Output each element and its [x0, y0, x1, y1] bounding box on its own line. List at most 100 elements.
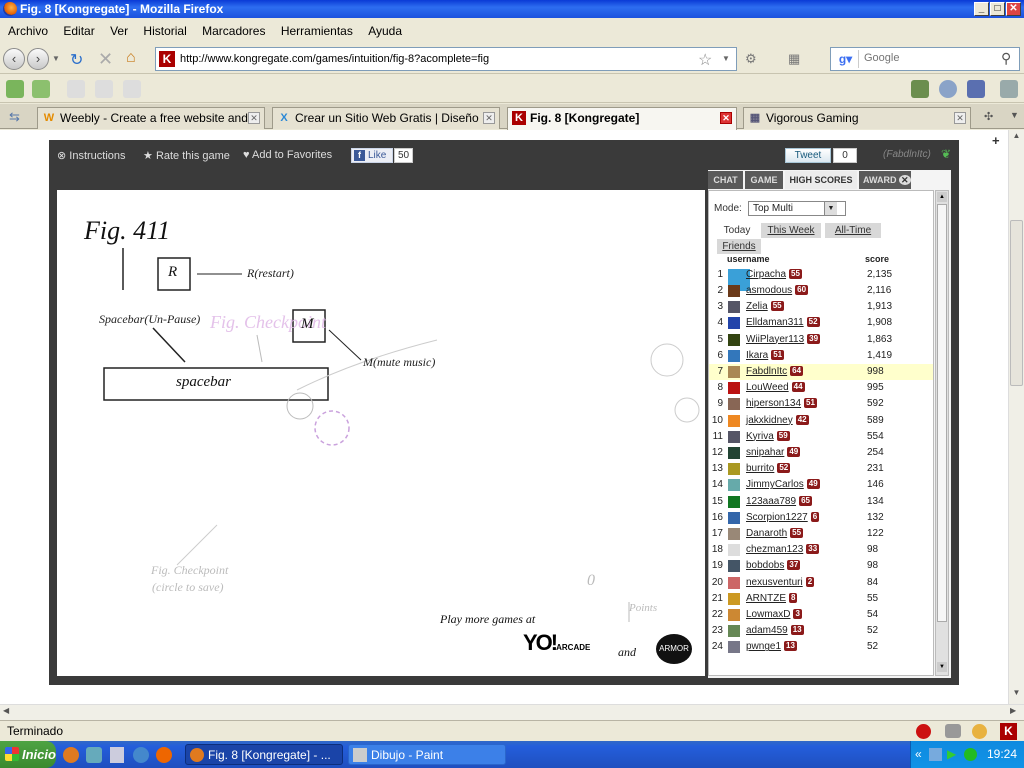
- tab-high-scores[interactable]: HIGH SCORES: [785, 171, 857, 189]
- award-close-icon[interactable]: ✕: [899, 175, 911, 185]
- menu-ayuda[interactable]: Ayuda: [368, 24, 402, 38]
- username-link[interactable]: Kyriva 59: [746, 429, 790, 445]
- home-icon[interactable]: ⌂: [126, 49, 136, 67]
- avatar[interactable]: [728, 528, 740, 540]
- avatar[interactable]: [728, 447, 740, 459]
- page-scroll-up-icon[interactable]: ▲: [1010, 131, 1023, 145]
- ie-quicklaunch-icon[interactable]: [133, 747, 149, 763]
- back-icon[interactable]: ‹: [3, 48, 25, 70]
- page-scroll-left-icon[interactable]: ◀: [3, 706, 9, 715]
- username-link[interactable]: jakxkidney 42: [746, 413, 809, 429]
- avatar[interactable]: [728, 479, 740, 492]
- username-link[interactable]: adam459 13: [746, 623, 804, 639]
- tab-close-icon[interactable]: ✕: [720, 112, 732, 124]
- username-label[interactable]: (FabdlnItc): [883, 149, 931, 160]
- avatar[interactable]: [728, 366, 740, 378]
- avatar[interactable]: [728, 398, 740, 411]
- url-dropdown-icon[interactable]: ▼: [722, 54, 730, 63]
- kongregate-status-icon[interactable]: K: [1000, 723, 1017, 740]
- rate-game-link[interactable]: ★ Rate this game: [143, 149, 230, 162]
- avatar[interactable]: [728, 301, 740, 314]
- start-button[interactable]: Inicio: [0, 741, 56, 768]
- avatar[interactable]: [728, 625, 740, 638]
- smiley-icon[interactable]: [972, 724, 987, 739]
- tab-close-icon[interactable]: ✕: [248, 112, 260, 124]
- username-link[interactable]: nexusventuri 2: [746, 575, 815, 591]
- bookmark-star-icon[interactable]: ☆: [698, 50, 712, 70]
- username-link[interactable]: chezman123 33: [746, 542, 820, 558]
- reload-icon[interactable]: ↻: [70, 50, 83, 70]
- tab-list-icon[interactable]: ▼: [1010, 110, 1019, 120]
- minimize-button[interactable]: _: [974, 2, 989, 16]
- history-icon[interactable]: [939, 80, 957, 98]
- tab-scroll-icon[interactable]: ✣: [984, 110, 993, 123]
- tweet-button[interactable]: Tweet: [785, 148, 831, 163]
- quicklaunch-icon-3[interactable]: [110, 747, 124, 763]
- username-link[interactable]: burrito 52: [746, 461, 791, 477]
- avatar[interactable]: [728, 609, 740, 621]
- avatar[interactable]: [728, 511, 740, 524]
- username-link[interactable]: Zelia 55: [746, 299, 784, 315]
- search-magnifier-icon[interactable]: ⚲: [1001, 50, 1011, 67]
- addon-status-icon[interactable]: [945, 724, 961, 738]
- bookmarks-icon[interactable]: [967, 80, 985, 98]
- tab-close-icon[interactable]: ✕: [483, 112, 495, 124]
- tab-history-icon[interactable]: ⇆: [9, 109, 20, 125]
- tab-award[interactable]: AWARD ✕: [859, 171, 911, 189]
- tray-app-icon[interactable]: [964, 748, 977, 761]
- tab-chat[interactable]: CHAT: [708, 171, 743, 189]
- username-link[interactable]: Scorpion1227 6: [746, 510, 820, 526]
- instructions-link[interactable]: ⊗ Instructions: [57, 149, 126, 162]
- menu-historial[interactable]: Historial: [143, 24, 186, 38]
- avatar[interactable]: [728, 382, 740, 395]
- record-icon[interactable]: [916, 724, 931, 739]
- username-link[interactable]: Ikara 51: [746, 348, 785, 364]
- tab-close-icon[interactable]: ✕: [954, 112, 966, 124]
- page-scroll-down-icon[interactable]: ▼: [1010, 688, 1023, 702]
- scroll-down-icon[interactable]: ▼: [937, 662, 947, 672]
- grid-icon[interactable]: ▦: [788, 51, 800, 67]
- history-dropdown-icon[interactable]: ▼: [52, 54, 60, 63]
- subtab-this-week[interactable]: This Week: [761, 223, 821, 238]
- network-icon[interactable]: [929, 748, 942, 761]
- game-canvas[interactable]: Fig. 411 R R(restart) Spacebar(Un-Pause)…: [57, 190, 705, 676]
- username-link[interactable]: bobdobs 37: [746, 558, 801, 574]
- username-link[interactable]: LouWeed 44: [746, 380, 805, 396]
- avatar[interactable]: [728, 560, 740, 573]
- plus-icon[interactable]: +: [992, 133, 1000, 148]
- menu-herramientas[interactable]: Herramientas: [281, 24, 353, 38]
- close-button[interactable]: ✕: [1006, 2, 1021, 16]
- username-link[interactable]: Danaroth 55: [746, 526, 804, 542]
- username-link[interactable]: asmodous 60: [746, 283, 809, 299]
- avatar[interactable]: [728, 641, 740, 654]
- search-box[interactable]: g▾ ⚲: [830, 47, 1020, 71]
- avatar[interactable]: [728, 495, 740, 508]
- download-icon[interactable]: [911, 80, 929, 98]
- username-link[interactable]: Elldaman311 52: [746, 315, 820, 331]
- username-link[interactable]: snipahar 49: [746, 445, 801, 461]
- url-bar[interactable]: K ☆ ▼: [155, 47, 737, 71]
- maximize-button[interactable]: □: [990, 2, 1005, 16]
- stop-icon[interactable]: ✕: [98, 49, 113, 70]
- taskbar-firefox[interactable]: Fig. 8 [Kongregate] - ...: [185, 744, 343, 765]
- username-link[interactable]: WiiPlayer113 39: [746, 332, 821, 348]
- tray-expand-icon[interactable]: «: [915, 741, 922, 768]
- tab-crear-sitio[interactable]: X Crear un Sitio Web Gratis | Diseño ...…: [272, 107, 500, 129]
- facebook-like-button[interactable]: f Like: [351, 148, 393, 163]
- mode-select[interactable]: Top Multi ▼: [748, 201, 846, 216]
- url-input[interactable]: [180, 51, 680, 67]
- tab-game[interactable]: GAME: [745, 171, 783, 189]
- menu-ver[interactable]: Ver: [110, 24, 128, 38]
- cut-icon[interactable]: [95, 80, 113, 98]
- username-link[interactable]: pwnge1 13: [746, 639, 797, 655]
- menu-editar[interactable]: Editar: [63, 24, 94, 38]
- tab-weebly[interactable]: W Weebly - Create a free website and... …: [37, 107, 265, 129]
- print-icon[interactable]: [1000, 80, 1018, 98]
- play-icon[interactable]: ▶: [947, 741, 956, 768]
- username-link[interactable]: FabdlnItc 64: [746, 364, 804, 380]
- addon-icon[interactable]: ⚙: [745, 51, 757, 67]
- clock[interactable]: 19:24: [987, 741, 1017, 768]
- subtab-friends[interactable]: Friends: [717, 239, 761, 254]
- quicklaunch-icon-5[interactable]: [156, 747, 172, 763]
- copy-icon[interactable]: [67, 80, 85, 98]
